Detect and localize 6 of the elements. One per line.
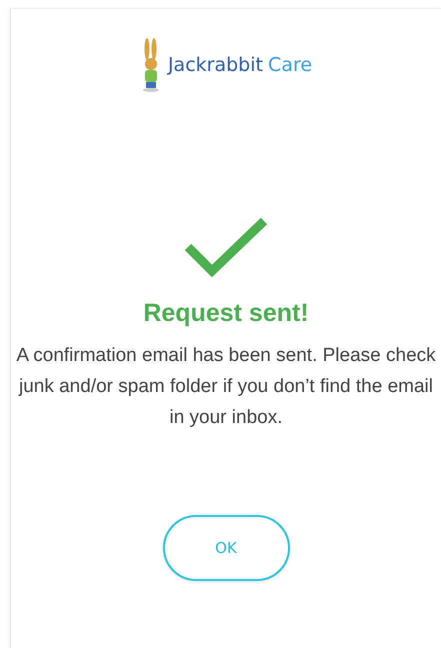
brand-suffix: Care: [268, 54, 312, 76]
status-message: A confirmation email has been sent. Please check junk and/or spam folder if you don’t find the email in your inbox.: [16, 344, 436, 430]
brand-name: Jackrabbit: [168, 54, 263, 76]
ok-button[interactable]: OK: [162, 515, 290, 581]
checkmark-icon: [184, 217, 268, 277]
status-title: Request sent!: [143, 299, 309, 328]
